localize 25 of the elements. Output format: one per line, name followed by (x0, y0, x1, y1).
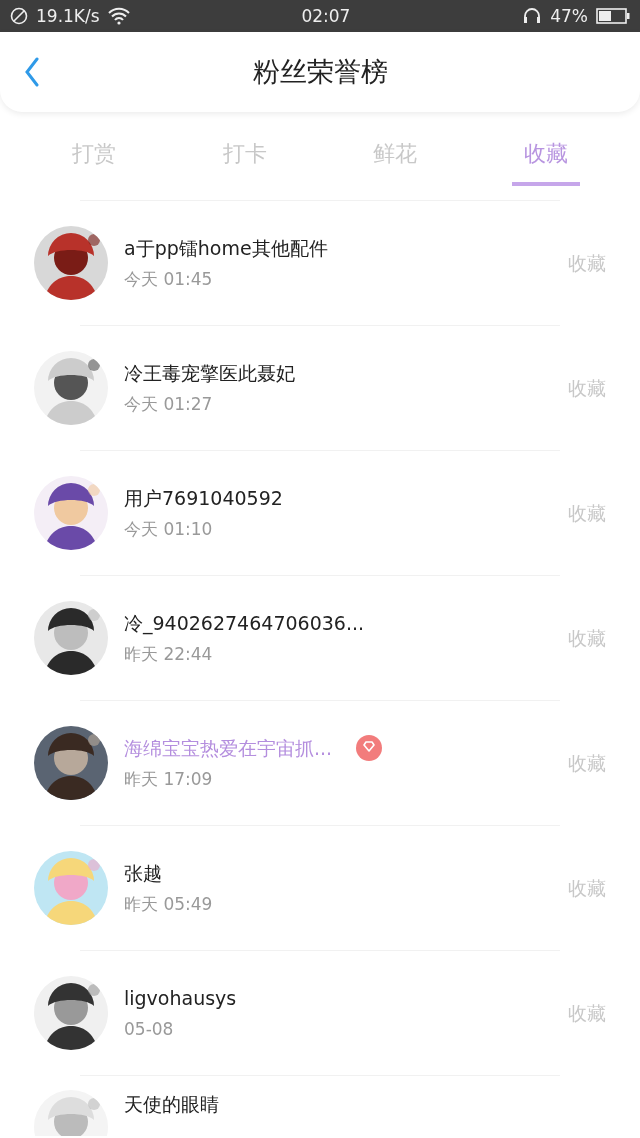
user-name: 海绵宝宝热爱在宇宙抓... (124, 736, 333, 761)
timestamp: 今天 01:10 (124, 517, 214, 541)
user-name: 冷_9402627464706036... (124, 611, 365, 637)
user-name: a于pp镭home其他配件 (124, 236, 328, 261)
blocked-icon (10, 7, 28, 25)
clock: 02:07 (301, 7, 351, 25)
wifi-icon (107, 7, 130, 25)
user-name: 冷王毒宠擎医此聂妃 (124, 361, 295, 386)
back-button[interactable] (24, 57, 40, 87)
battery-percent: 47% (550, 7, 588, 25)
user-name: 张越 (124, 861, 162, 886)
user-name: ligvohausys (124, 986, 237, 1011)
page-title: 粉丝荣誉榜 (252, 54, 388, 89)
user-name: 用户7691040592 (124, 486, 283, 511)
network-speed: 19.1K/s (36, 7, 100, 25)
timestamp: 昨天 17:09 (124, 767, 214, 791)
battery-icon (596, 7, 630, 25)
tab[interactable]: 收藏 (511, 126, 580, 186)
timestamp: 昨天 05:49 (124, 892, 214, 916)
headset-icon (522, 7, 543, 25)
timestamp: 今天 01:45 (124, 267, 214, 291)
timestamp: 今天 01:27 (124, 392, 214, 416)
user-name: 天使的眼睛 (124, 1092, 219, 1117)
timestamp: 昨天 22:44 (124, 642, 214, 666)
timestamp: 05-08 (124, 1017, 175, 1041)
